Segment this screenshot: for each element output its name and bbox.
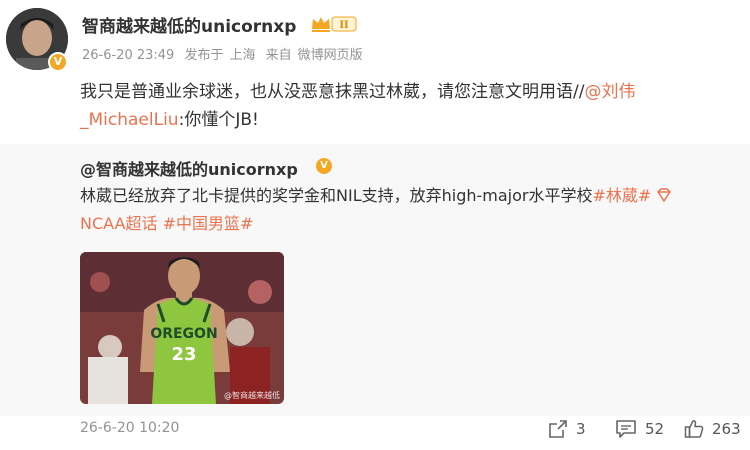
- post-text: 我只是普通业余球迷，也从没恶意抹黑过林葳，请您注意文明用语//@刘伟_Micha…: [80, 78, 720, 134]
- image-watermark: @智商越来越低: [224, 391, 280, 400]
- source-prefix: 来自: [265, 48, 292, 63]
- repost-text: 林葳已经放弃了北卡提供的奖学金和NIL支持，放弃high-major水平学校#林…: [80, 182, 730, 238]
- like-count: 263: [712, 420, 741, 438]
- repost-image[interactable]: OREGON 23 @智商越来越低: [80, 252, 284, 404]
- comment-count: 52: [645, 420, 665, 438]
- repost-count: 3: [576, 420, 586, 438]
- jersey-text: OREGON: [150, 326, 217, 342]
- super-topic-ncaa[interactable]: NCAA超话: [80, 214, 157, 233]
- post-location: 上海: [229, 48, 256, 63]
- repost-text-body: 林葳已经放弃了北卡提供的奖学金和NIL支持，放弃high-major水平学校: [80, 186, 593, 205]
- jersey-number: 23: [171, 344, 196, 365]
- like-button[interactable]: 263: [684, 418, 741, 440]
- vip-crown-icon[interactable]: II: [310, 14, 358, 34]
- vip-level-label: II: [339, 20, 349, 31]
- comment-button[interactable]: 52: [615, 418, 664, 440]
- post-source[interactable]: 微博网页版: [298, 48, 363, 63]
- repost-card: @智商越来越低的unicornxp V 林葳已经放弃了北卡提供的奖学金和NIL支…: [0, 144, 750, 416]
- verified-badge-icon: V: [48, 52, 68, 72]
- repost-username[interactable]: @智商越来越低的unicornxp: [80, 156, 298, 180]
- repost-verified-icon: V: [316, 158, 332, 174]
- post-username[interactable]: 智商越来越低的unicornxp: [82, 12, 296, 37]
- post-text-after: :你懂个JB!: [178, 110, 259, 130]
- share-icon: [549, 420, 567, 438]
- comment-icon: [616, 420, 636, 438]
- post-time[interactable]: 26-6-20 23:49: [82, 48, 174, 63]
- repost-date[interactable]: 26-6-20 10:20: [80, 420, 179, 436]
- post-text-before: 我只是普通业余球迷，也从没恶意抹黑过林葳，请您注意文明用语//: [80, 82, 585, 102]
- thumbs-up-icon: [684, 420, 704, 438]
- publish-prefix: 发布于: [184, 48, 224, 63]
- super-topic-icon: [657, 188, 672, 203]
- repost-button[interactable]: 3: [548, 418, 586, 440]
- post-meta: 26-6-20 23:49 发布于 上海 来自 微博网页版: [82, 44, 369, 63]
- topic-tag-linwei[interactable]: #林葳#: [592, 186, 651, 205]
- topic-tag-china-basketball[interactable]: #中国男篮#: [163, 214, 254, 233]
